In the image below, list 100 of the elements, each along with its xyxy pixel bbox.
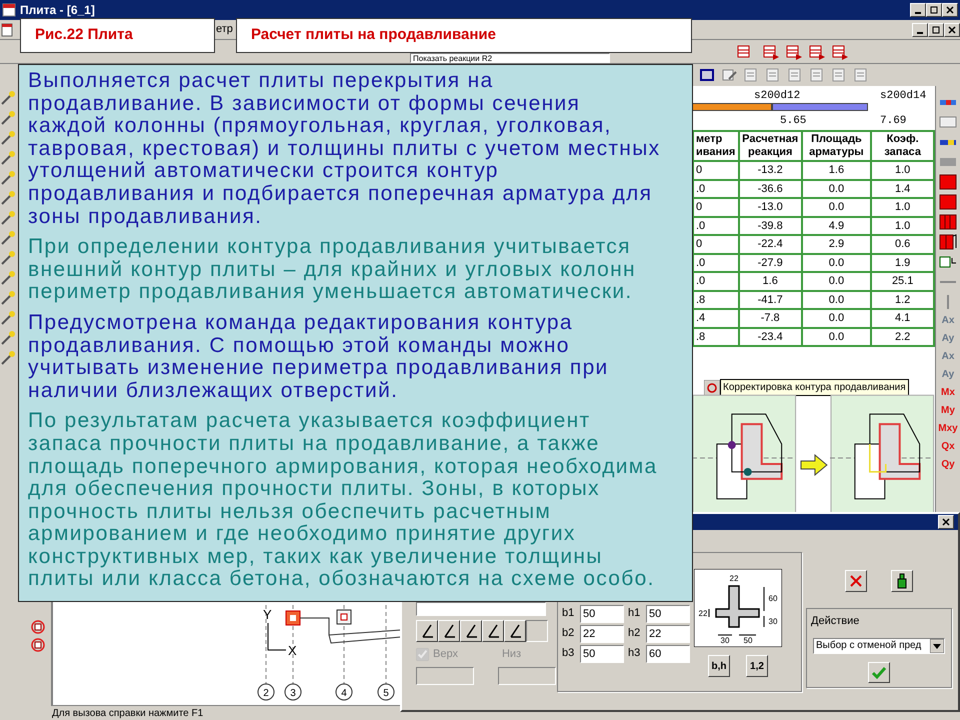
field-label: h1 xyxy=(628,606,642,621)
value-field[interactable]: 50 xyxy=(646,605,690,623)
check-icon xyxy=(871,666,887,680)
minimize-button[interactable] xyxy=(910,3,926,17)
apply-button[interactable] xyxy=(891,570,913,592)
wand-icon[interactable] xyxy=(0,150,16,166)
description-paragraph: Предусмотрена команда редактирования контура продавливания. С помощью этой команды можно учитывать изменение периметра продавливания при наличии близлежащих отверстий. xyxy=(28,312,610,402)
mode-button[interactable]: 1,2 xyxy=(746,655,768,677)
table-cell: 0.0 xyxy=(802,290,872,309)
confirm-button[interactable] xyxy=(868,662,890,683)
table-cell: 0.0 xyxy=(802,198,872,216)
menu-item[interactable]: етр xyxy=(216,21,233,38)
column-header: Расчетная реакция xyxy=(738,131,802,161)
table-cell: 1.0 xyxy=(871,198,934,216)
table-cell: 1.2 xyxy=(871,290,934,309)
close-button[interactable] xyxy=(938,515,954,529)
support-button[interactable] xyxy=(438,620,460,642)
column-icon[interactable] xyxy=(938,234,958,250)
support-button[interactable] xyxy=(416,620,438,642)
target-icon[interactable] xyxy=(31,620,45,634)
column-header: Коэф. запаса xyxy=(871,131,934,161)
spring-button[interactable] xyxy=(460,620,482,642)
wand-icon[interactable] xyxy=(0,130,16,146)
maximize-button[interactable] xyxy=(928,22,944,36)
table-cell: 1.6 xyxy=(738,272,802,290)
table-arrow-icon[interactable] xyxy=(830,42,850,60)
minimize-icon xyxy=(915,12,921,14)
table-cell: 2.9 xyxy=(802,235,872,254)
table-cell: 0.0 xyxy=(802,328,872,346)
filled-square-icon[interactable] xyxy=(938,194,958,210)
table-arrow-icon[interactable] xyxy=(807,42,827,60)
field-label: b2 xyxy=(562,626,576,641)
arrow-icon xyxy=(798,454,828,476)
maximize-icon xyxy=(930,6,938,14)
mode-button[interactable]: b,h xyxy=(708,655,730,677)
maximize-button[interactable] xyxy=(926,3,942,17)
table-cell: -13.0 xyxy=(738,198,802,216)
grid-icon[interactable] xyxy=(938,114,958,130)
value-field[interactable] xyxy=(416,666,474,684)
close-button[interactable] xyxy=(942,3,958,17)
maximize-icon xyxy=(932,26,940,34)
rebar-label: s200d12 xyxy=(754,89,800,104)
value-field[interactable]: 50 xyxy=(580,605,624,623)
dropdown-field[interactable] xyxy=(416,602,546,616)
wand-icon[interactable] xyxy=(0,350,16,366)
wand-icon[interactable] xyxy=(0,230,16,246)
description-paragraph: Выполняется расчет плиты перекрытия на продавливание. В зависимости от формы сечения каждой колонны (прямоугольная, круглая, уголковая, тавровая, крестовая) и толщины плиты с учетом местных утолщений автоматически строится контур продавливания и подбирается поперечная арматура для зоны продавливания. xyxy=(28,70,662,228)
minimize-icon xyxy=(917,32,923,34)
wand-icon[interactable] xyxy=(0,170,16,186)
field-label: Низ xyxy=(502,647,522,662)
section-icon[interactable] xyxy=(938,254,958,270)
table-cell: 1.0 xyxy=(871,161,934,180)
edit-icon[interactable] xyxy=(720,67,738,83)
frame-icon[interactable] xyxy=(698,67,716,83)
value-field[interactable]: 50 xyxy=(580,645,624,663)
wand-icon[interactable] xyxy=(0,90,16,106)
table-cell: 0.0 xyxy=(802,180,872,198)
table-cell: -13.2 xyxy=(738,161,802,180)
table-cell: -41.7 xyxy=(738,290,802,309)
table-cell: 1.0 xyxy=(871,216,934,235)
wand-icon[interactable] xyxy=(0,310,16,326)
close-button[interactable] xyxy=(944,22,960,36)
column-icon[interactable] xyxy=(938,214,958,230)
wand-icon[interactable] xyxy=(0,290,16,306)
cross-section-drawing: 22 60 22 30 30 50 xyxy=(694,569,782,647)
wand-icon[interactable] xyxy=(0,190,16,206)
contour-edit-icon[interactable] xyxy=(704,380,720,396)
bottle-icon xyxy=(896,573,908,589)
table-cell: -39.8 xyxy=(738,216,802,235)
filled-square-icon[interactable] xyxy=(938,174,958,190)
value-field[interactable]: 22 xyxy=(580,625,624,643)
value-field[interactable]: 22 xyxy=(646,625,690,643)
window-title: Плита - [6_1] xyxy=(20,2,95,19)
grid-axis-marker: 4 xyxy=(336,684,352,700)
minimize-button[interactable] xyxy=(912,22,928,36)
spring-button[interactable] xyxy=(504,620,526,642)
table-arrow-icon[interactable] xyxy=(784,42,804,60)
axis-label: Y xyxy=(263,607,272,622)
rebar-value: 5.65 xyxy=(780,114,806,129)
table-cell: -22.4 xyxy=(738,235,802,254)
table-cell: 0.0 xyxy=(802,254,872,272)
rebar-value: 7.69 xyxy=(880,114,906,129)
action-dropdown[interactable]: Выбор с отменой пред xyxy=(813,638,945,654)
description-paragraph: По результатам расчета указывается коэффициент запаса прочности плиты на продавливание, а также площадь поперечного армирования, которая необходима для обеспечения прочности плиты. Зоны, в которых прочность плиты нельзя обеспечить расчетным армированием и где необходимо принятие других конструктивных мер, таких как увеличение толщины плиты или класса бетона, обозначаются на схеме особо. xyxy=(28,410,659,592)
tooltip: Корректировка контура продавливания xyxy=(720,379,909,396)
window-icon xyxy=(2,3,16,17)
target-icon[interactable] xyxy=(31,638,45,652)
support-button[interactable] xyxy=(482,620,504,642)
wand-icon[interactable] xyxy=(0,270,16,286)
reactions-dropdown[interactable]: Показать реакции R2 xyxy=(410,53,610,63)
field-label: b1 xyxy=(562,606,576,621)
wand-icon[interactable] xyxy=(0,250,16,266)
wand-icon[interactable] xyxy=(0,210,16,226)
value-field[interactable] xyxy=(498,666,556,684)
wand-icon[interactable] xyxy=(0,330,16,346)
column-header: метр ивания xyxy=(693,131,739,161)
delete-button[interactable] xyxy=(845,570,867,592)
value-field[interactable]: 60 xyxy=(646,645,690,663)
table-arrow-icon[interactable] xyxy=(761,42,781,60)
wand-icon[interactable] xyxy=(0,110,16,126)
